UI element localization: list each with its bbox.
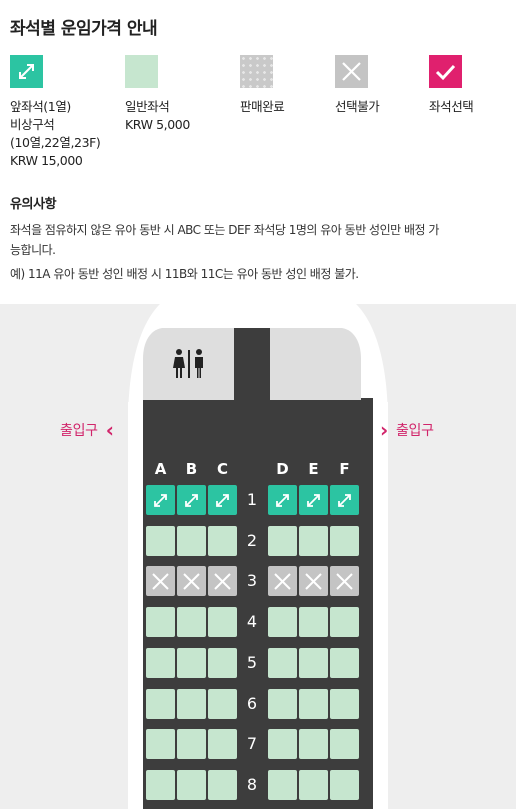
seat-4a[interactable]: [146, 607, 175, 637]
legend-normal-seat: 일반좌석 KRW 5,000: [125, 55, 190, 134]
seat-3f: [330, 566, 359, 596]
seat-5d[interactable]: [268, 648, 297, 678]
column-letter-d: D: [276, 460, 289, 478]
column-letter-e: E: [308, 460, 319, 478]
row-number: 8: [246, 775, 258, 794]
legend-normal-line-2: KRW 5,000: [125, 117, 190, 132]
chevron-right-icon: ›: [380, 418, 388, 442]
seat-8e[interactable]: [299, 770, 328, 800]
seat-7a[interactable]: [146, 729, 175, 759]
seat-2e[interactable]: [299, 526, 328, 556]
notice-line-1: 좌석을 점유하지 않은 유아 동반 시 ABC 또는 DEF 좌석당 1명의 유…: [10, 223, 439, 237]
page-title: 좌석별 운임가격 안내: [10, 19, 158, 39]
notice-title: 유의사항: [10, 197, 57, 212]
seat-4b[interactable]: [177, 607, 206, 637]
seat-7d[interactable]: [268, 729, 297, 759]
exit-right-label: 출입구: [395, 423, 434, 439]
restroom-icon: [172, 348, 206, 384]
seat-6c[interactable]: [208, 689, 237, 719]
exit-right: › 출입구: [380, 420, 434, 440]
seat-8d[interactable]: [268, 770, 297, 800]
seat-4f[interactable]: [330, 607, 359, 637]
seat-3d: [268, 566, 297, 596]
seat-1e[interactable]: [299, 485, 328, 515]
seat-5b[interactable]: [177, 648, 206, 678]
expand-arrow-icon: [10, 55, 43, 88]
seat-1f[interactable]: [330, 485, 359, 515]
legend-selected-line-1: 좌석선택: [429, 99, 474, 114]
seat-7e[interactable]: [299, 729, 328, 759]
seat-8a[interactable]: [146, 770, 175, 800]
column-letter-f: F: [339, 460, 350, 478]
row-number: 3: [246, 571, 258, 590]
seat-map: 출입구 ‹ › 출입구 ABC D E F 1 2 3 4 5 6 7 8: [0, 304, 516, 809]
seat-1a[interactable]: [146, 485, 175, 515]
seat-legend: 앞좌석(1열) 비상구석 (10열,22열,23F) KRW 15,000 일반…: [10, 55, 510, 180]
seat-1d[interactable]: [268, 485, 297, 515]
seat-3e: [299, 566, 328, 596]
seat-6f[interactable]: [330, 689, 359, 719]
row-number: 5: [246, 653, 258, 672]
exit-left: 출입구 ‹: [60, 420, 114, 440]
column-letter-b: B: [185, 460, 198, 478]
legend-front-line-3: (10열,22열,23F): [10, 135, 101, 150]
seat-2f[interactable]: [330, 526, 359, 556]
legend-unavailable: 선택불가: [335, 55, 380, 116]
exit-left-label: 출입구: [60, 423, 98, 439]
seat-7b[interactable]: [177, 729, 206, 759]
row-number: 7: [246, 734, 258, 753]
legend-front-line-4: KRW 15,000: [10, 153, 83, 168]
seat-7c[interactable]: [208, 729, 237, 759]
row-number: 4: [246, 612, 258, 631]
seat-8c[interactable]: [208, 770, 237, 800]
legend-sold-out: 판매완료: [240, 55, 285, 116]
row-number: 6: [246, 694, 258, 713]
chevron-left-icon: ‹: [105, 418, 114, 442]
row-number: 2: [246, 531, 258, 550]
legend-front-line-1: 앞좌석(1열): [10, 99, 71, 114]
seat-2c[interactable]: [208, 526, 237, 556]
seat-1c[interactable]: [208, 485, 237, 515]
seat-6d[interactable]: [268, 689, 297, 719]
x-icon: [335, 55, 368, 88]
seat-6a[interactable]: [146, 689, 175, 719]
legend-sold-line-1: 판매완료: [240, 99, 285, 114]
seat-8f[interactable]: [330, 770, 359, 800]
seat-4c[interactable]: [208, 607, 237, 637]
legend-normal-line-1: 일반좌석: [125, 99, 170, 114]
seat-2a[interactable]: [146, 526, 175, 556]
seat-5c[interactable]: [208, 648, 237, 678]
check-icon: [429, 55, 462, 88]
seat-3b: [177, 566, 206, 596]
seat-7f[interactable]: [330, 729, 359, 759]
seat-4d[interactable]: [268, 607, 297, 637]
seat-6e[interactable]: [299, 689, 328, 719]
seat-6b[interactable]: [177, 689, 206, 719]
seat-2b[interactable]: [177, 526, 206, 556]
seat-5e[interactable]: [299, 648, 328, 678]
column-letter-c: C: [216, 460, 228, 478]
notice-line-2: 능합니다.: [10, 243, 56, 257]
seat-8b[interactable]: [177, 770, 206, 800]
seat-5f[interactable]: [330, 648, 359, 678]
legend-blocked-line-1: 선택불가: [335, 99, 380, 114]
row-number: 1: [246, 490, 258, 509]
legend-selected: 좌석선택: [429, 55, 474, 116]
seat-4e[interactable]: [299, 607, 328, 637]
seat-5a[interactable]: [146, 648, 175, 678]
notice-line-3: 예) 11A 유아 동반 성인 배정 시 11B와 11C는 유아 동반 성인 …: [10, 267, 359, 281]
seat-3a: [146, 566, 175, 596]
column-letter-a: A: [154, 460, 167, 478]
dotted-pattern-icon: [240, 55, 273, 88]
normal-seat-swatch: [125, 55, 158, 88]
legend-front-seat: 앞좌석(1열) 비상구석 (10열,22열,23F) KRW 15,000: [10, 55, 101, 170]
seat-3c: [208, 566, 237, 596]
seat-1b[interactable]: [177, 485, 206, 515]
seat-2d[interactable]: [268, 526, 297, 556]
legend-front-line-2: 비상구석: [10, 117, 55, 132]
